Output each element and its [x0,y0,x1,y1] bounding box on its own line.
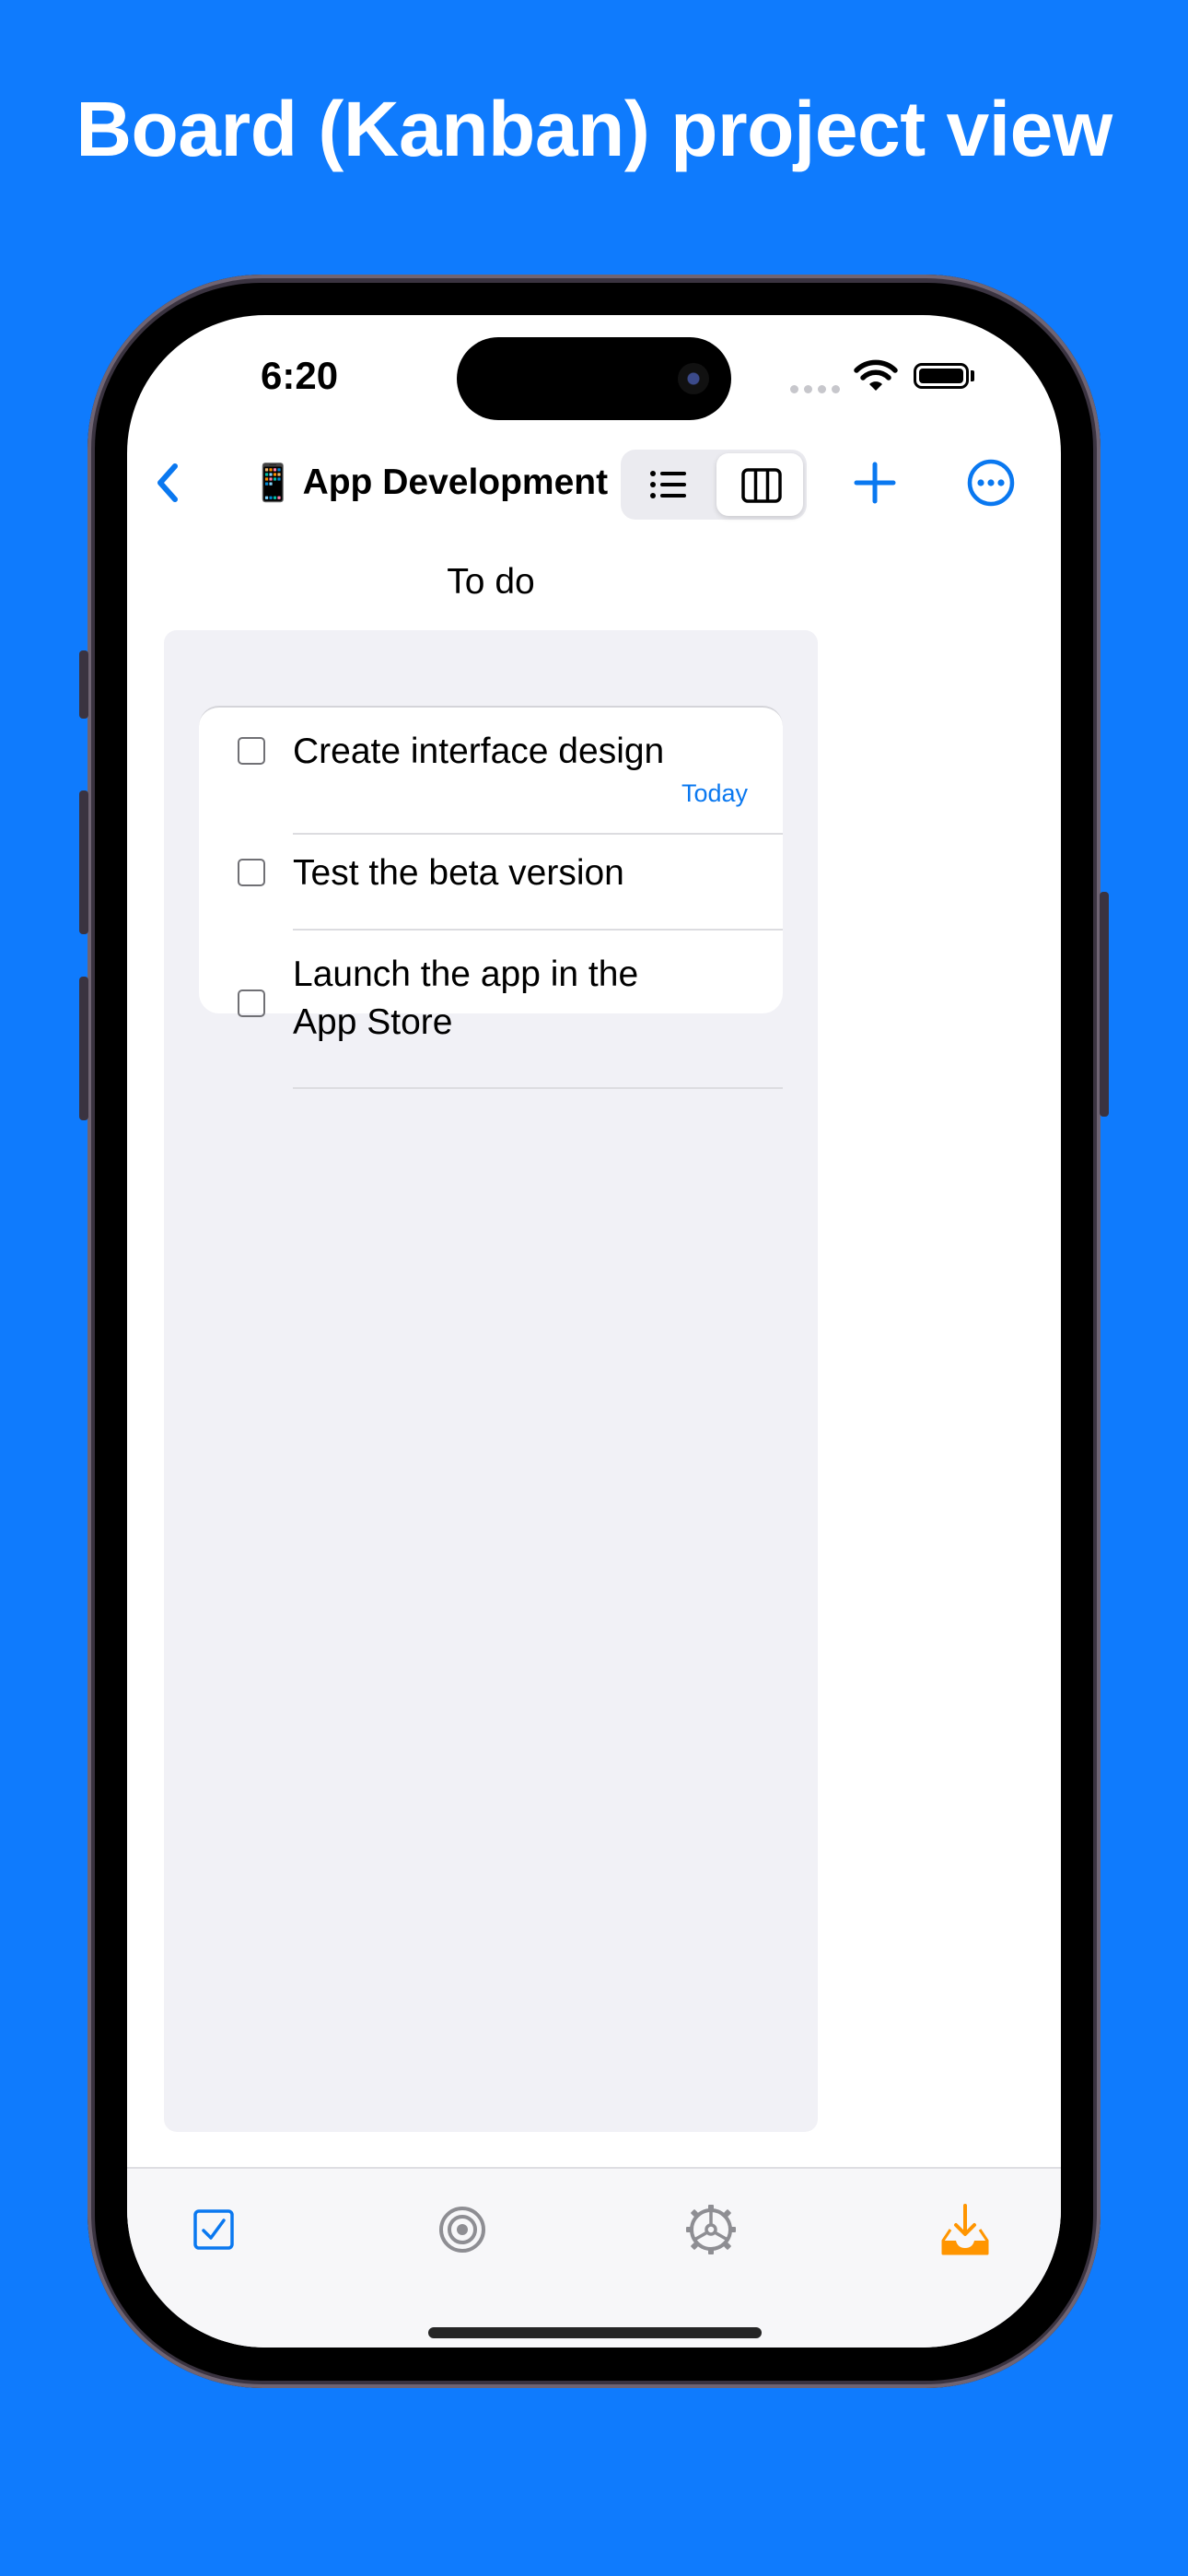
action-button [79,650,88,719]
battery-tip [971,370,974,381]
wifi-icon [854,359,898,391]
inbox-icon[interactable] [938,2202,993,2257]
task-card: Create interface design Today Test the b… [199,706,783,1089]
project-title-text: App Development [302,463,609,502]
battery-icon [914,363,969,389]
view-mode-segmented-control [621,450,807,520]
phone-screen: 6:20 📱 App Development To do Create inte… [127,315,1061,2348]
home-indicator [428,2327,762,2338]
add-task-button[interactable] [847,455,903,510]
status-time: 6:20 [261,354,339,397]
column-title: To do [447,562,535,602]
list-view-button[interactable] [624,453,711,516]
task-row[interactable]: Test the beta version [199,835,783,929]
front-camera-icon [678,363,709,394]
promo-headline: Board (Kanban) project view [76,86,1112,172]
task-checkbox[interactable] [238,737,265,765]
project-title: 📱 App Development [250,455,608,510]
task-row[interactable]: Create interface design Today [199,708,783,833]
due-date-badge: Today [681,779,748,807]
kanban-column-todo: Create interface design Today Test the b… [164,630,818,2132]
more-options-icon[interactable] [963,455,1019,510]
task-checkbox[interactable] [238,989,265,1017]
board-view-button[interactable] [716,453,803,516]
volume-down-button [79,977,88,1120]
dynamic-island [457,337,731,420]
row-divider [293,1087,783,1089]
checkbox-icon[interactable] [186,2202,241,2257]
tab-bar [127,2167,1061,2348]
task-checkbox[interactable] [238,859,265,886]
back-chevron-icon[interactable] [149,455,186,510]
phone-emoji-icon: 📱 [250,463,296,503]
power-button [1100,892,1109,1117]
list-icon [650,471,686,498]
task-title: Launch the app in the App Store [293,954,639,1042]
volume-up-button [79,790,88,934]
task-row[interactable]: Launch the app in the App Store [199,931,783,1087]
task-title: Test the beta version [293,853,624,893]
settings-icon[interactable] [683,2202,739,2257]
task-title: Create interface design [293,732,665,771]
target-icon[interactable] [435,2202,490,2257]
cellular-signal-icon [790,385,840,393]
board-columns-icon [741,468,782,503]
